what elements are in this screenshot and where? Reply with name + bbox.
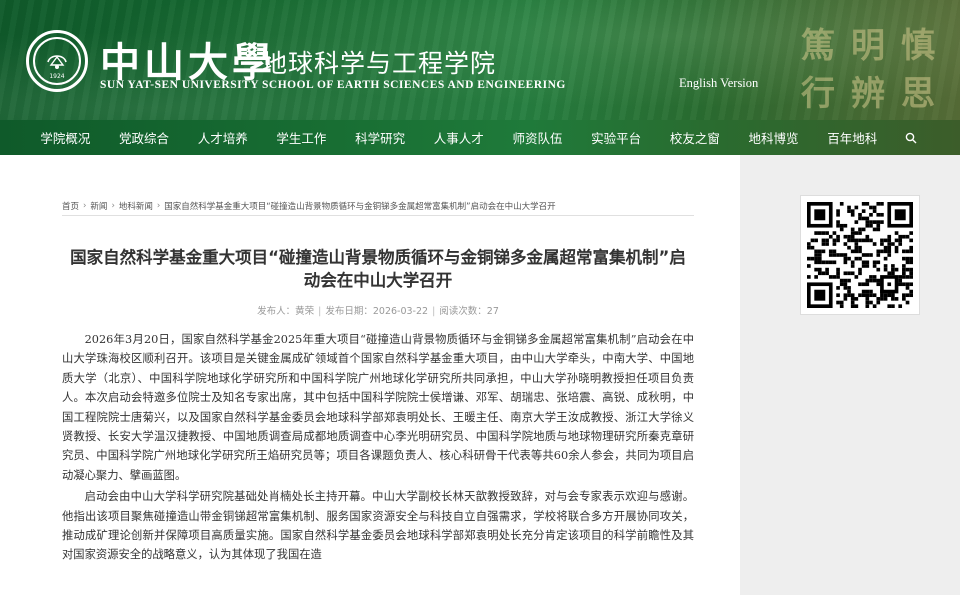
article-title: 国家自然科学基金重大项目“碰撞造山背景物质循环与金铜锑多金属超常富集机制”启动会… [70, 248, 686, 290]
seal-year: 1924 [49, 73, 65, 80]
breadcrumb: 首页 › 新闻 › 地科新闻 › 国家自然科学基金重大项目“碰撞造山背景物质循环… [62, 196, 694, 216]
nav-item-party-admin[interactable]: 党政综合 [105, 128, 184, 147]
right-sidebar [740, 155, 960, 595]
header-banner: 1924 中山大學 地球科学与工程学院 SUN YAT-SEN UNIVERSI… [0, 0, 960, 155]
english-version-link[interactable]: English Version [679, 76, 758, 91]
nav-item-alumni[interactable]: 校友之窗 [656, 128, 735, 147]
nav-item-faculty[interactable]: 师资队伍 [498, 128, 577, 147]
article-paragraph: 启动会由中山大学科学研究院基础处肖楠处长主持开幕。中山大学副校长林天歆教授致辞，… [62, 490, 694, 562]
view-count: 27 [486, 306, 499, 317]
nav-item-about[interactable]: 学院概况 [26, 128, 105, 147]
article-paragraph: 2026年3月20日，国家自然科学基金2025年重大项目“碰撞造山背景物质循环与… [62, 333, 694, 482]
nav-item-labs[interactable]: 实验平台 [577, 128, 656, 147]
views-label: 阅读次数： [439, 306, 487, 317]
nav-item-museum[interactable]: 地科博览 [734, 128, 813, 147]
date-label: 发布日期： [325, 306, 373, 317]
breadcrumb-separator: › [111, 200, 115, 211]
publish-date: 2026-03-22 [372, 306, 429, 317]
breadcrumb-current: 国家自然科学基金重大项目“碰撞造山背景物质循环与金铜锑多金属超常富集机制”启动会… [164, 201, 556, 212]
nav-item-centennial[interactable]: 百年地科 [813, 128, 892, 147]
breadcrumb-home[interactable]: 首页 [62, 200, 79, 212]
school-name-cn[interactable]: 地球科学与工程学院 [262, 44, 496, 80]
motto-char: 思 [901, 73, 935, 114]
motto-char: 篤 [801, 25, 835, 66]
school-name-en: SCHOOL OF EARTH SCIENCES AND ENGINEERING [262, 79, 566, 91]
motto-char: 明 [851, 25, 885, 66]
nav-item-student-affairs[interactable]: 学生工作 [262, 128, 341, 147]
university-name-en: SUN YAT-SEN UNIVERSITY [100, 79, 260, 91]
search-icon [905, 132, 917, 143]
seal-emblem-icon [47, 55, 67, 69]
motto-char: 慎 [901, 25, 935, 66]
motto-char: 行 [801, 73, 835, 114]
breadcrumb-news[interactable]: 新闻 [90, 200, 107, 212]
qr-code-icon [807, 202, 913, 308]
nav-item-research[interactable]: 科学研究 [341, 128, 420, 147]
article-body: 2026年3月20日，国家自然科学基金2025年重大项目“碰撞造山背景物质循环与… [62, 330, 694, 567]
breadcrumb-separator: › [156, 200, 161, 211]
main-navigation: 学院概况 党政综合 人才培养 学生工作 科学研究 人事人才 师资队伍 实验平台 … [0, 120, 960, 155]
nav-item-personnel[interactable]: 人事人才 [419, 128, 498, 147]
search-button[interactable] [896, 132, 926, 144]
author-value: 黄荣 [295, 306, 315, 317]
school-motto-calligraphy: 篤 明 慎 行 辨 思 [796, 18, 946, 118]
breadcrumb-separator: › [83, 200, 87, 211]
breadcrumb-school-news[interactable]: 地科新闻 [119, 200, 153, 212]
motto-char: 辨 [851, 73, 885, 114]
article-meta: 发布人：黄荣 | 发布日期：2026-03-22 | 阅读次数：27 [257, 306, 499, 317]
author-label: 发布人： [257, 306, 296, 317]
university-seal-logo[interactable]: 1924 [26, 30, 88, 92]
qr-code-image [800, 195, 920, 315]
nav-item-education[interactable]: 人才培养 [183, 128, 262, 147]
